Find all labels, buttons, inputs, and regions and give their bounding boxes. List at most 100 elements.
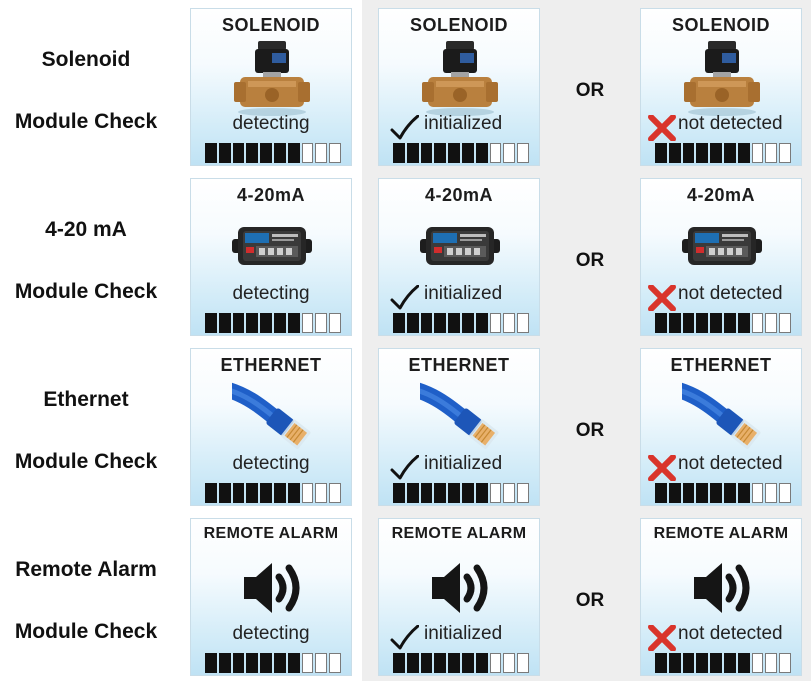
progress-segment-filled: [737, 653, 750, 673]
progress-segment-filled: [287, 653, 300, 673]
module-status-panel: ETHERNET initialized: [372, 348, 540, 506]
progress-segment-filled: [434, 143, 447, 163]
cross-icon: [647, 624, 677, 652]
progress-segment-filled: [710, 653, 722, 673]
progress-segment-filled: [655, 483, 667, 503]
progress-segment-filled: [420, 143, 433, 163]
progress-segment-empty: [765, 483, 778, 503]
or-label: OR: [575, 250, 605, 271]
progress-segment-filled: [434, 483, 447, 503]
progress-segment-empty: [329, 653, 341, 673]
module-status-panel: REMOTE ALARM initialized: [378, 518, 540, 676]
progress-segment-filled: [420, 313, 433, 333]
progress-segment-filled: [461, 143, 474, 163]
speaker-icon: [420, 549, 500, 627]
progress-segment-filled: [218, 653, 231, 673]
progress-segment-filled: [475, 313, 488, 333]
progress-segment-filled: [406, 483, 419, 503]
progress-segment-empty: [765, 313, 778, 333]
status-text: initialized: [424, 623, 503, 644]
progress-segment-filled: [406, 143, 419, 163]
cross-icon: [647, 114, 677, 142]
progress-segment-filled: [737, 483, 750, 503]
progress-segment-filled: [246, 143, 259, 163]
progress-segment-filled: [246, 483, 259, 503]
speaker-icon: [232, 549, 312, 627]
ethernet-cable-icon: [634, 377, 762, 457]
progress-segment-filled: [668, 313, 681, 333]
row-label-check: Module Check: [14, 280, 158, 303]
progress-segment-empty: [779, 653, 791, 673]
status-row: detecting: [191, 113, 351, 135]
progress-segment-filled: [723, 143, 736, 163]
progress-segment-filled: [682, 653, 695, 673]
status-text: not detected: [678, 623, 783, 644]
panel-title: SOLENOID: [671, 15, 770, 35]
progress-segment-filled: [273, 143, 286, 163]
progress-bar: [655, 313, 791, 333]
progress-segment-filled: [723, 653, 736, 673]
progress-segment-empty: [489, 143, 502, 163]
progress-segment-empty: [489, 653, 502, 673]
progress-bar: [655, 483, 791, 503]
module-status-panel: SOLENOID initialized: [378, 8, 540, 166]
progress-segment-filled: [668, 143, 681, 163]
progress-bar: [655, 143, 791, 163]
status-row: detecting: [191, 453, 351, 475]
progress-segment-empty: [315, 653, 328, 673]
progress-segment-filled: [232, 653, 245, 673]
progress-segment-filled: [232, 313, 245, 333]
progress-segment-filled: [260, 483, 272, 503]
progress-segment-filled: [461, 483, 474, 503]
progress-segment-empty: [301, 483, 314, 503]
progress-segment-filled: [260, 143, 272, 163]
status-text: detecting: [232, 113, 310, 134]
status-text: initialized: [424, 113, 503, 134]
progress-segment-filled: [246, 653, 259, 673]
module-status-panel: ETHERNET not detected: [634, 348, 802, 506]
progress-segment-empty: [489, 313, 502, 333]
progress-bar: [655, 653, 791, 673]
progress-segment-filled: [218, 313, 231, 333]
progress-segment-filled: [232, 483, 245, 503]
progress-bar: [205, 143, 341, 163]
progress-segment-filled: [723, 313, 736, 333]
progress-bar: [205, 483, 341, 503]
analog-module-icon: [420, 209, 500, 287]
analog-module-icon: [232, 209, 312, 287]
module-status-panel: 4-20mA detecting: [190, 178, 352, 336]
progress-segment-filled: [205, 483, 217, 503]
progress-segment-filled: [260, 313, 272, 333]
progress-segment-filled: [668, 653, 681, 673]
status-text: detecting: [232, 283, 310, 304]
status-text: detecting: [232, 623, 310, 644]
panel-title: 4-20mA: [424, 185, 494, 205]
progress-segment-empty: [315, 143, 328, 163]
progress-segment-empty: [779, 143, 791, 163]
progress-segment-filled: [696, 653, 709, 673]
row-label-module: Remote Alarm: [15, 558, 157, 581]
module-status-panel: SOLENOID detecting: [190, 8, 352, 166]
progress-segment-empty: [751, 143, 764, 163]
status-row: detecting: [191, 623, 351, 645]
progress-segment-filled: [448, 653, 460, 673]
status-text: initialized: [424, 283, 503, 304]
progress-segment-filled: [218, 483, 231, 503]
progress-segment-filled: [273, 313, 286, 333]
progress-segment-empty: [765, 143, 778, 163]
progress-segment-empty: [779, 483, 791, 503]
status-text: initialized: [424, 453, 503, 474]
progress-segment-filled: [287, 313, 300, 333]
progress-segment-filled: [682, 313, 695, 333]
module-status-panel: ETHERNET detecting: [184, 348, 352, 506]
cross-icon: [647, 284, 677, 312]
progress-segment-filled: [246, 313, 259, 333]
progress-segment-empty: [751, 313, 764, 333]
progress-bar: [205, 313, 341, 333]
solenoid-valve-icon: [232, 39, 312, 117]
progress-segment-empty: [315, 483, 328, 503]
progress-segment-filled: [475, 483, 488, 503]
progress-bar: [393, 653, 529, 673]
row-label-check: Module Check: [14, 450, 158, 473]
progress-segment-filled: [655, 653, 667, 673]
